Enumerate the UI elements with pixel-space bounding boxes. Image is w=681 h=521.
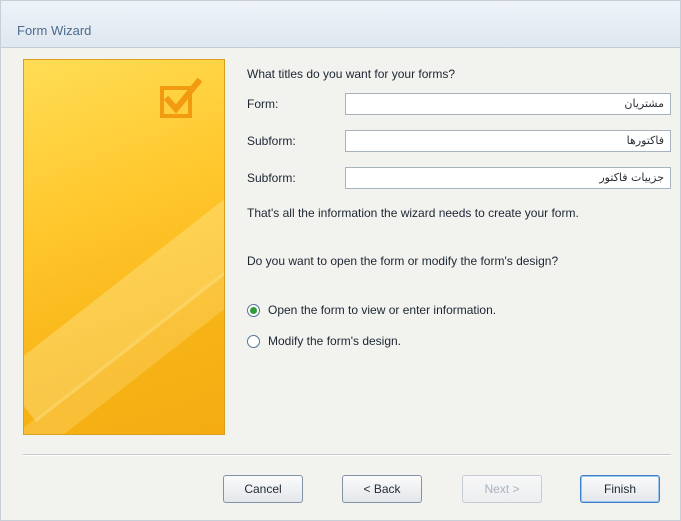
checkmark-box-icon [160, 78, 202, 118]
modify-design-option[interactable]: Modify the form's design. [247, 332, 401, 350]
radio-selected-icon[interactable] [247, 303, 260, 317]
wizard-illustration-panel [23, 59, 225, 435]
subform1-title-input[interactable]: فاکتورها [345, 130, 671, 152]
open-form-option-label: Open the form to view or enter informati… [268, 303, 497, 317]
wizard-choice-question: Do you want to open the form or modify t… [247, 254, 559, 268]
form-wizard-window: Form Wizard What titles do you want for … [0, 0, 681, 521]
wizard-info-text: That's all the information the wizard ne… [247, 206, 579, 220]
next-button[interactable]: Next > [462, 475, 542, 503]
form-title-input[interactable]: مشتریان [345, 93, 671, 115]
button-separator [23, 454, 671, 456]
cancel-button[interactable]: Cancel [223, 475, 303, 503]
modify-design-option-label: Modify the form's design. [268, 334, 402, 348]
subform2-title-label: Subform: [247, 171, 296, 185]
window-title: Form Wizard [17, 23, 92, 38]
form-title-label: Form: [247, 97, 279, 111]
subform2-title-input[interactable]: جزییات فاکتور [345, 167, 671, 189]
title-bar: Form Wizard [1, 1, 680, 48]
finish-button[interactable]: Finish [580, 475, 660, 503]
radio-unselected-icon[interactable] [247, 334, 260, 348]
wizard-question: What titles do you want for your forms? [247, 67, 456, 81]
back-button[interactable]: < Back [342, 475, 422, 503]
subform1-title-label: Subform: [247, 134, 296, 148]
open-form-option[interactable]: Open the form to view or enter informati… [247, 301, 496, 319]
